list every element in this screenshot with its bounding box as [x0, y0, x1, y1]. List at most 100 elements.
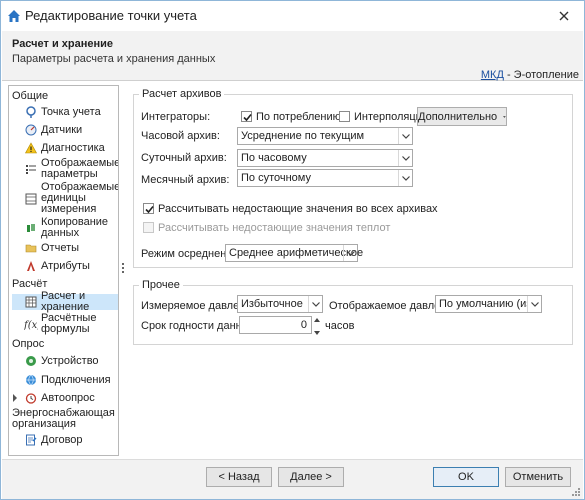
breadcrumb-suffix: - Э-отопление: [503, 69, 579, 81]
sidebar-item-label: Отображаемые единицы измерения: [41, 181, 119, 215]
hourly-archive-value: Усреднение по текущим: [241, 130, 365, 142]
cancel-button-label: Отменить: [512, 471, 564, 483]
ok-button-label: OK: [458, 471, 474, 483]
close-button[interactable]: [550, 7, 578, 25]
chevron-down-icon: [527, 296, 541, 312]
sidebar-item-label: Устройство: [41, 354, 99, 367]
sidebar-item-label: Подключения: [41, 373, 111, 386]
sidebar-item-reports[interactable]: Отчеты: [12, 241, 118, 255]
back-button[interactable]: < Назад: [206, 467, 272, 487]
page-title: Расчет и хранение: [12, 38, 114, 50]
hourly-archive-select[interactable]: Усреднение по текущим: [237, 127, 413, 145]
svg-text:f(x): f(x): [24, 320, 38, 330]
sidebar-group-general: Общие: [12, 90, 49, 102]
sidebar-item-label: Датчики: [41, 123, 83, 136]
sidebar-group-poll: Опрос: [12, 338, 45, 350]
window-title: Редактирование точки учета: [25, 8, 197, 23]
shelf-life-input[interactable]: 0: [239, 316, 312, 334]
check-icon: [243, 113, 252, 122]
shelf-life-value: 0: [300, 319, 307, 331]
sidebar-item-displayed-units[interactable]: Отображаемые единицы измерения: [12, 182, 118, 215]
title-bar: Редактирование точки учета: [1, 1, 584, 31]
by-consumption-checkbox[interactable]: [241, 111, 252, 122]
more-button[interactable]: Дополнительно: [417, 107, 507, 126]
pin-icon: [24, 105, 38, 119]
cancel-button[interactable]: Отменить: [505, 467, 571, 487]
calc-missing-heat-label: Рассчитывать недостающие значения теплот: [158, 222, 391, 234]
stepper-up-icon[interactable]: [313, 316, 321, 325]
sidebar-group-calc: Расчёт: [12, 278, 48, 290]
warning-icon: [24, 141, 38, 155]
chevron-down-icon: [343, 245, 357, 261]
sidebar-item-contract[interactable]: Договор: [12, 433, 118, 447]
chevron-down-icon: [398, 128, 412, 144]
page-subtitle: Параметры расчета и хранения данных: [12, 53, 216, 65]
sidebar-item-label: Расчет и хранение: [41, 290, 90, 313]
chevron-down-icon: [398, 150, 412, 166]
calc-missing-checkbox[interactable]: [143, 203, 154, 214]
sidebar-item-device[interactable]: Устройство: [12, 354, 118, 368]
displayed-pressure-value: По умолчанию (из с...: [439, 298, 527, 310]
sidebar-item-displayed-params[interactable]: Отображаемые параметры: [12, 158, 118, 180]
monthly-archive-value: По суточному: [241, 172, 311, 184]
sidebar-item-copy-data[interactable]: Копирование данных: [12, 217, 118, 239]
splitter-handle[interactable]: [122, 263, 126, 275]
by-consumption-label: По потреблению: [256, 111, 341, 123]
other-group: [133, 285, 573, 345]
table-icon: [24, 295, 38, 309]
sidebar-item-formulas[interactable]: f(x) Расчётные формулы: [12, 313, 118, 335]
ok-button[interactable]: OK: [433, 467, 499, 487]
next-button-label: Далее >: [290, 471, 332, 483]
mkd-link[interactable]: МКД: [481, 69, 504, 81]
alarm-icon: [24, 391, 38, 405]
back-button-label: < Назад: [218, 471, 260, 483]
next-button[interactable]: Далее >: [278, 467, 344, 487]
sidebar-item-connections[interactable]: Подключения: [12, 373, 118, 387]
sidebar-item-label: Договор: [41, 433, 83, 446]
copy-icon: [24, 221, 38, 235]
list-icon: [24, 162, 38, 176]
avg-mode-select[interactable]: Среднее арифметическое: [225, 244, 363, 262]
page-header: Расчет и хранение Параметры расчета и хр…: [2, 31, 583, 81]
interpolation-checkbox[interactable]: [339, 111, 350, 122]
sidebar-item-attributes[interactable]: Атрибуты: [12, 259, 118, 273]
expand-arrow-icon[interactable]: [12, 394, 18, 402]
monthly-archive-label: Месячный архив:: [141, 174, 230, 186]
calc-missing-label: Рассчитывать недостающие значения во все…: [158, 203, 438, 215]
sidebar-item-label: Расчётные формулы: [41, 312, 97, 335]
formula-icon: f(x): [24, 317, 38, 331]
device-icon: [24, 354, 38, 368]
daily-archive-select[interactable]: По часовому: [237, 149, 413, 167]
sidebar-item-label: Отображаемые параметры: [41, 157, 119, 180]
sidebar-item-supplier[interactable]: Энергоснабжающая организация: [12, 408, 118, 430]
sidebar-item-autopoll[interactable]: Автоопрос: [12, 391, 118, 405]
sidebar-item-diagnostics[interactable]: Диагностика: [12, 141, 118, 155]
stepper-down-icon[interactable]: [313, 328, 321, 337]
sidebar-item-label: Энергоснабжающая организация: [12, 407, 115, 430]
daily-archive-value: По часовому: [241, 152, 307, 164]
sidebar-item-metering-point[interactable]: Точка учета: [12, 105, 118, 119]
sidebar-item-label: Копирование данных: [41, 216, 109, 239]
folder-icon: [24, 241, 38, 255]
shelf-life-unit: часов: [325, 320, 355, 332]
displayed-pressure-select[interactable]: По умолчанию (из с...: [435, 295, 542, 313]
calc-missing-heat-checkbox[interactable]: [143, 222, 154, 233]
sidebar-item-calc-storage[interactable]: Расчет и хранение: [12, 290, 118, 313]
sidebar-item-label: Отчеты: [41, 241, 80, 254]
monthly-archive-select[interactable]: По суточному: [237, 169, 413, 187]
sidebar-item-label: Атрибуты: [41, 259, 90, 272]
attributes-icon: [24, 259, 38, 273]
units-icon: [24, 192, 38, 206]
resize-grip-icon[interactable]: [571, 487, 581, 497]
house-icon: [7, 9, 21, 23]
dialog-window: Редактирование точки учета Расчет и хран…: [0, 0, 585, 500]
measured-pressure-select[interactable]: Избыточное: [237, 295, 323, 313]
sidebar-item-label: Автоопрос: [41, 391, 95, 404]
dialog-footer: < Назад Далее > OK Отменить: [2, 459, 583, 499]
integrators-label: Интеграторы:: [141, 111, 211, 123]
shelf-life-stepper[interactable]: [313, 316, 321, 337]
other-legend: Прочее: [139, 279, 183, 291]
check-icon: [145, 205, 154, 214]
chevron-down-icon: [398, 170, 412, 186]
sidebar-item-sensors[interactable]: Датчики: [12, 123, 118, 137]
